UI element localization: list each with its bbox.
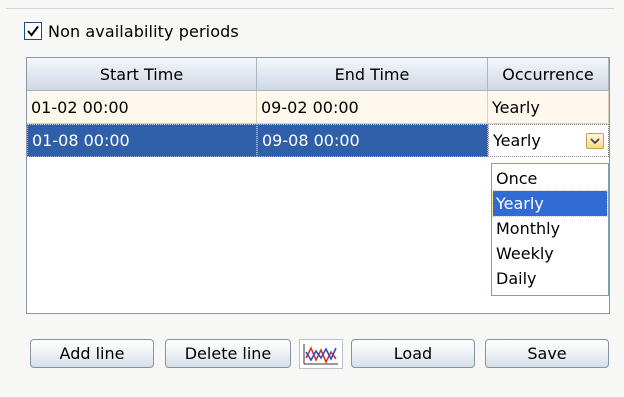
group-frame-line <box>6 8 614 9</box>
start-time-cell[interactable]: 01-08 00:00 <box>27 124 257 157</box>
chart-button[interactable] <box>299 339 343 369</box>
non-availability-checkbox-row[interactable]: Non availability periods <box>24 20 239 42</box>
table-row[interactable]: 01-02 00:00 09-02 00:00 Yearly <box>27 91 609 124</box>
add-line-button[interactable]: Add line <box>30 339 154 368</box>
grid-header: Start Time End Time Occurrence <box>27 58 609 91</box>
column-header-end-time[interactable]: End Time <box>257 58 488 91</box>
dropdown-option-yearly[interactable]: Yearly <box>492 190 608 217</box>
non-availability-checkbox[interactable] <box>24 22 42 40</box>
non-availability-label: Non availability periods <box>48 21 239 41</box>
non-availability-grid[interactable]: Start Time End Time Occurrence 01-02 00:… <box>26 57 610 314</box>
start-time-cell[interactable]: 01-02 00:00 <box>27 91 257 124</box>
dropdown-option-weekly[interactable]: Weekly <box>493 241 607 266</box>
end-time-cell[interactable]: 09-08 00:00 <box>257 124 488 157</box>
load-button[interactable]: Load <box>351 339 475 368</box>
occurrence-combo-value: Yearly <box>493 131 541 150</box>
end-time-cell[interactable]: 09-02 00:00 <box>257 91 488 124</box>
dropdown-option-once[interactable]: Once <box>493 166 607 191</box>
occurrence-cell[interactable]: Yearly <box>488 91 609 124</box>
checkmark-icon <box>27 25 39 37</box>
column-header-start-time[interactable]: Start Time <box>27 58 257 91</box>
delete-line-button[interactable]: Delete line <box>165 339 291 368</box>
line-chart-icon <box>303 344 338 365</box>
table-row-selected[interactable]: 01-08 00:00 09-08 00:00 Yearly <box>27 124 609 157</box>
occurrence-dropdown-list[interactable]: Once Yearly Monthly Weekly Daily <box>491 163 609 296</box>
combo-dropdown-button[interactable] <box>586 133 604 149</box>
occurrence-combo[interactable]: Yearly <box>488 124 609 157</box>
save-button[interactable]: Save <box>485 339 609 368</box>
dropdown-option-daily[interactable]: Daily <box>493 266 607 291</box>
column-header-occurrence[interactable]: Occurrence <box>488 58 609 91</box>
chevron-down-icon <box>590 138 600 145</box>
dropdown-option-monthly[interactable]: Monthly <box>493 216 607 241</box>
